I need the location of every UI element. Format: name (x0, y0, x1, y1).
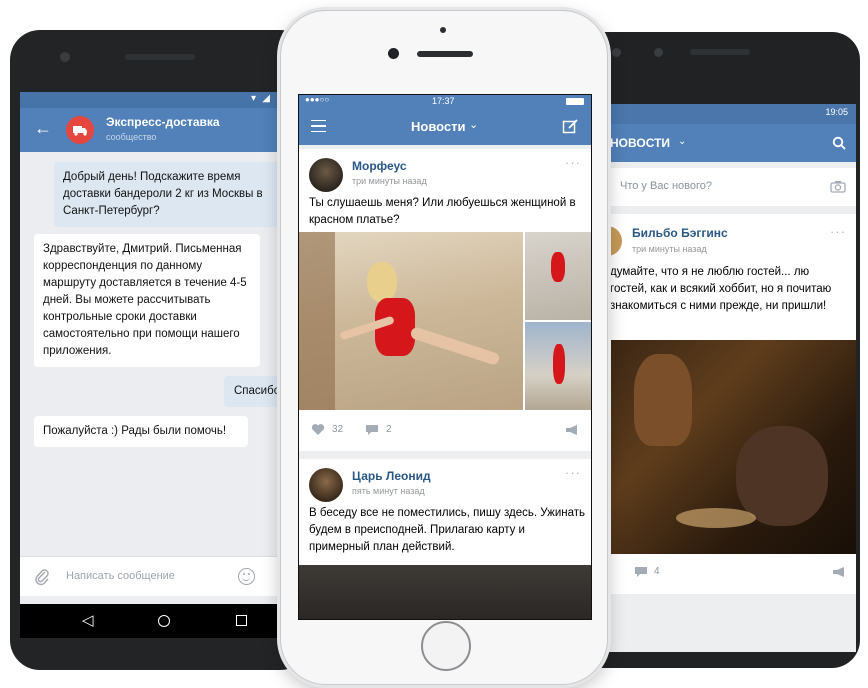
feed-title[interactable]: Новости (411, 119, 466, 134)
author-avatar[interactable] (309, 468, 343, 502)
post-text: В беседу все не поместились, пишу здесь.… (309, 507, 586, 553)
message-input-bar: Написать сообщение (20, 556, 302, 596)
front-camera (612, 48, 621, 57)
post-image[interactable] (299, 565, 591, 619)
front-camera (440, 27, 446, 33)
feed-post: Бильбо Бэггинс три минуты назад ··· дума… (606, 214, 856, 594)
chat-header: ← Экспресс-доставка сообщество (20, 108, 302, 152)
message-incoming: Здравствуйте, Дмитрий. Письменная коррес… (34, 234, 260, 367)
message-outgoing: Добрый день! Подскажите время доставки б… (54, 162, 296, 227)
paperclip-icon[interactable] (34, 568, 50, 586)
camera-icon[interactable] (830, 180, 846, 193)
feed-screen-android: 19:05 НОВОСТИ ⌄ Что у Вас нового? Бильбо… (606, 104, 856, 652)
community-avatar[interactable] (66, 116, 94, 144)
earpiece (417, 51, 473, 57)
feed-header: Новости ⌄ (299, 109, 591, 145)
front-camera (60, 52, 70, 62)
android-nav-bar: ◁ (20, 604, 302, 638)
home-button[interactable] (421, 621, 471, 671)
emoji-icon[interactable] (238, 568, 255, 585)
more-options-icon[interactable]: ··· (565, 155, 581, 170)
more-options-icon[interactable]: ··· (830, 224, 846, 239)
menu-icon[interactable] (311, 120, 326, 132)
chevron-down-icon[interactable]: ⌄ (469, 118, 478, 131)
battery-icon (566, 98, 584, 105)
earpiece (125, 54, 195, 60)
status-bar: ●●●○○ 17:37 (299, 95, 591, 109)
post-photo-top[interactable] (525, 232, 591, 320)
post-time: пять минут назад (352, 486, 425, 496)
post-author[interactable]: Бильбо Бэггинс (632, 226, 728, 240)
compose-placeholder: Что у Вас нового? (620, 180, 713, 192)
share-icon[interactable] (565, 424, 579, 436)
android-phone-chat: ▾ ◢ ← Экспресс-доставка сообщество Добры… (10, 30, 310, 670)
status-bar: ▾ ◢ (20, 92, 302, 108)
chat-title: Экспресс-доставка (106, 115, 220, 129)
chevron-down-icon[interactable]: ⌄ (678, 136, 686, 147)
feed-header: НОВОСТИ ⌄ (606, 124, 856, 162)
comment-icon[interactable] (634, 566, 648, 578)
chat-subtitle: сообщество (106, 132, 157, 142)
home-nav-icon[interactable] (158, 615, 170, 627)
message-incoming: Пожалуйста :) Рады были помочь! (34, 416, 248, 447)
post-time: три минуты назад (632, 244, 707, 254)
iphone-feed: ●●●○○ 17:37 Новости ⌄ Морфеус три минуты… (280, 10, 608, 685)
wifi-icon: ▾ (250, 93, 256, 104)
message-input[interactable]: Написать сообщение (66, 570, 175, 582)
back-arrow-icon[interactable]: ← (34, 118, 52, 139)
signal-icon: ●●●○○ (305, 95, 330, 104)
author-avatar[interactable] (606, 226, 622, 256)
status-time: 17:37 (432, 96, 455, 106)
post-photo-bottom[interactable] (525, 322, 591, 410)
post-image[interactable] (606, 340, 856, 554)
comment-icon[interactable] (365, 424, 379, 436)
woman-figure (367, 262, 397, 302)
feed-post: Морфеус три минуты назад ··· Ты слушаешь… (299, 149, 591, 451)
author-avatar[interactable] (309, 158, 343, 192)
post-text: думайте, что я не люблю гостей... лю гос… (610, 266, 832, 312)
status-bar: 19:05 (606, 104, 856, 124)
post-text: Ты слушаешь меня? Или любуешься женщиной… (309, 197, 576, 226)
post-time: три минуты назад (352, 176, 427, 186)
sensor-dot (654, 48, 663, 57)
camera-lens (388, 48, 399, 59)
share-icon[interactable] (832, 566, 846, 578)
post-author[interactable]: Царь Леонид (352, 469, 431, 483)
earpiece (690, 49, 750, 55)
back-nav-icon[interactable]: ◁ (82, 611, 94, 629)
post-photo-main[interactable] (299, 232, 523, 410)
chat-screen: ▾ ◢ ← Экспресс-доставка сообщество Добры… (20, 92, 302, 604)
like-count: 32 (332, 424, 344, 435)
comment-count: 2 (386, 424, 392, 435)
more-options-icon[interactable]: ··· (565, 465, 581, 480)
search-icon[interactable] (832, 136, 846, 150)
feed-screen-iphone: ●●●○○ 17:37 Новости ⌄ Морфеус три минуты… (298, 94, 592, 620)
compose-box[interactable]: Что у Вас нового? (606, 168, 856, 206)
status-time: 19:05 (825, 107, 848, 117)
signal-icon: ◢ (262, 93, 270, 104)
compose-icon[interactable] (562, 118, 579, 135)
comment-count: 4 (654, 566, 660, 577)
feed-title[interactable]: НОВОСТИ (610, 136, 670, 150)
like-heart-icon[interactable] (311, 423, 325, 436)
truck-icon (73, 126, 87, 136)
recents-nav-icon[interactable] (236, 615, 247, 626)
feed-post: Царь Леонид пять минут назад ··· В бесед… (299, 459, 591, 619)
post-author[interactable]: Морфеус (352, 159, 407, 173)
